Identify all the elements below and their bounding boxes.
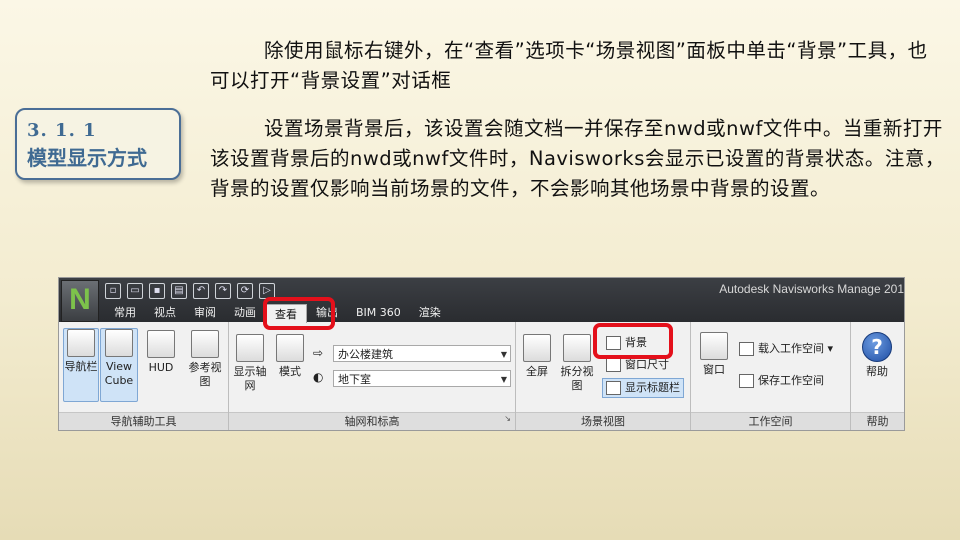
level-icon: ◐ <box>313 370 324 384</box>
panel-navigation-aids: 导航栏 View Cube HUD 参考视图 导航辅助工具 <box>59 322 229 430</box>
app-logo[interactable]: N <box>61 280 99 322</box>
load-workspace-button[interactable]: 载入工作空间 ▾ <box>739 340 833 358</box>
paragraph-1-text: 除使用鼠标右键外，在“查看”选项卡“场景视图”面板中单击“背景”工具，也可以打开… <box>210 39 928 92</box>
building-select[interactable]: 办公楼建筑 ▼ <box>333 345 511 362</box>
grid-icon <box>236 334 264 362</box>
section-title: 模型显示方式 <box>27 146 147 170</box>
tab-home[interactable]: 常用 <box>105 303 145 322</box>
full-screen-icon <box>523 334 551 362</box>
show-title-bar-button[interactable]: 显示标题栏 <box>602 378 684 398</box>
section-badge: 3. 1. 1 模型显示方式 <box>15 108 181 180</box>
mode-button[interactable]: 模式 <box>273 334 307 379</box>
help-icon: ? <box>862 332 892 362</box>
show-grid-button[interactable]: 显示轴网 <box>233 334 267 393</box>
save-workspace-button[interactable]: 保存工作空间 <box>739 372 824 390</box>
chevron-down-icon: ▼ <box>500 350 507 359</box>
panel-label: 轴网和标高 ↘ <box>229 412 515 430</box>
print-icon[interactable]: ▤ <box>171 283 187 299</box>
navigation-bar-button[interactable]: 导航栏 <box>63 328 99 402</box>
dialog-launcher-icon[interactable]: ↘ <box>504 410 511 427</box>
redo-icon[interactable]: ↷ <box>215 283 231 299</box>
title-bar-icon <box>606 381 621 395</box>
panel-label: 工作空间 <box>691 412 850 430</box>
panel-help: ? 帮助 帮助 <box>851 322 904 430</box>
windows-icon <box>700 332 728 360</box>
panel-label: 帮助 <box>851 412 904 430</box>
reference-views-button[interactable]: 参考视图 <box>185 330 225 389</box>
split-view-button[interactable]: 拆分视图 <box>558 334 596 393</box>
background-highlight <box>593 323 673 359</box>
window-size-icon <box>606 358 621 372</box>
undo-icon[interactable]: ↶ <box>193 283 209 299</box>
building-icon: ⇨ <box>313 346 324 360</box>
view-tab-highlight <box>263 297 335 330</box>
hud-icon <box>147 330 175 358</box>
save-icon[interactable]: ▪ <box>149 283 165 299</box>
panel-workspace: 窗口 载入工作空间 ▾ 保存工作空间 工作空间 <box>691 322 851 430</box>
section-number: 3. 1. 1 <box>27 120 97 141</box>
paragraph-2-text: 设置场景背景后，该设置会随文档一并保存至nwd或nwf文件中。当重新打开该设置背… <box>210 117 945 200</box>
new-file-icon[interactable]: ▫ <box>105 283 121 299</box>
paragraph-2: 设置场景背景后，该设置会随文档一并保存至nwd或nwf文件中。当重新打开该设置背… <box>210 114 945 204</box>
panel-label: 场景视图 <box>516 412 690 430</box>
chevron-down-icon: ▼ <box>500 375 507 384</box>
full-screen-button[interactable]: 全屏 <box>520 334 554 379</box>
window-title: Autodesk Navisworks Manage 201 <box>719 282 904 296</box>
tab-review[interactable]: 审阅 <box>185 303 225 322</box>
view-cube-icon <box>105 329 133 357</box>
tab-render[interactable]: 渲染 <box>410 303 450 322</box>
ribbon-body: 导航栏 View Cube HUD 参考视图 导航辅助工具 显示轴网 模式 ⇨ … <box>59 322 904 430</box>
tab-viewpoint[interactable]: 视点 <box>145 303 185 322</box>
paragraph-1: 除使用鼠标右键外，在“查看”选项卡“场景视图”面板中单击“背景”工具，也可以打开… <box>210 36 945 96</box>
load-workspace-icon <box>739 342 754 356</box>
panel-grids-levels: 显示轴网 模式 ⇨ ◐ 办公楼建筑 ▼ 地下室 ▼ 轴网和标高 ↘ <box>229 322 516 430</box>
save-workspace-icon <box>739 374 754 388</box>
navigation-bar-icon <box>67 329 95 357</box>
open-file-icon[interactable]: ▭ <box>127 283 143 299</box>
tab-animation[interactable]: 动画 <box>225 303 265 322</box>
view-cube-button[interactable]: View Cube <box>100 328 138 402</box>
windows-button[interactable]: 窗口 <box>697 332 731 377</box>
hud-button[interactable]: HUD <box>141 330 181 375</box>
ribbon-screenshot: N ▫ ▭ ▪ ▤ ↶ ↷ ⟳ ▷ Autodesk Navisworks Ma… <box>58 277 905 431</box>
panel-label: 导航辅助工具 <box>59 412 228 430</box>
lock-icon <box>276 334 304 362</box>
title-bar: N ▫ ▭ ▪ ▤ ↶ ↷ ⟳ ▷ Autodesk Navisworks Ma… <box>59 278 904 323</box>
quick-access-toolbar: ▫ ▭ ▪ ▤ ↶ ↷ ⟳ ▷ <box>105 282 275 300</box>
refresh-icon[interactable]: ⟳ <box>237 283 253 299</box>
help-button[interactable]: ? 帮助 <box>857 332 897 379</box>
tab-bim360[interactable]: BIM 360 <box>347 303 410 322</box>
reference-views-icon <box>191 330 219 358</box>
split-view-icon <box>563 334 591 362</box>
level-select[interactable]: 地下室 ▼ <box>333 370 511 387</box>
